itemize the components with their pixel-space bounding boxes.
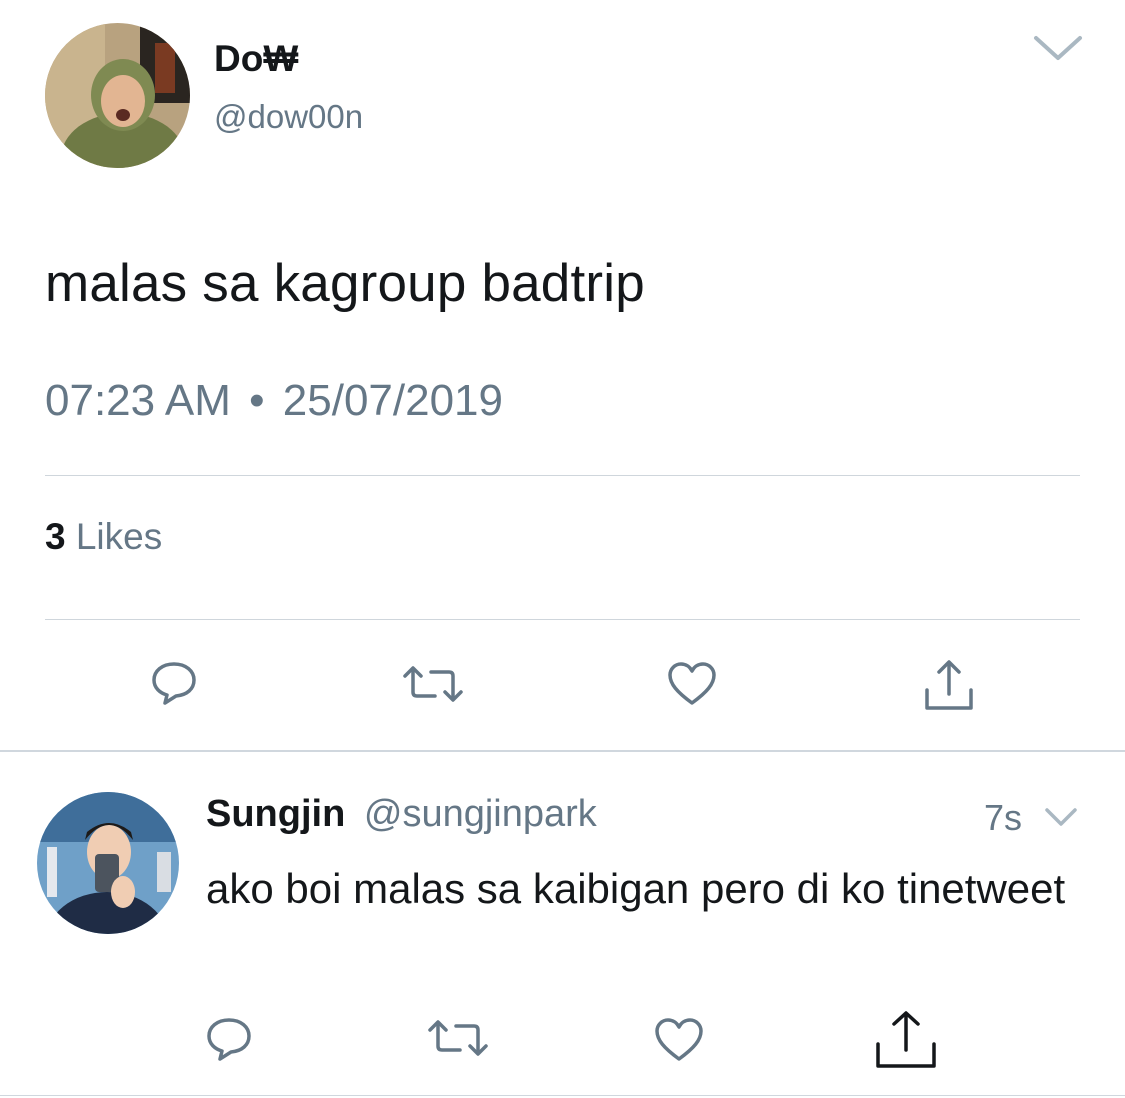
tweet-text: malas sa kagroup badtrip [45,254,645,313]
retweet-icon[interactable] [428,1018,488,1063]
author-avatar[interactable] [45,23,190,168]
tweet-separator [0,750,1125,752]
reply-header: Sungjin @sungjinpark [206,793,597,836]
bottom-divider [0,1095,1125,1096]
author-name[interactable]: Do₩ [214,38,298,80]
like-icon[interactable] [667,661,717,712]
divider [45,475,1080,476]
divider [45,619,1080,620]
reply-author-handle[interactable]: @sungjinpark [364,793,597,835]
reply-author-avatar[interactable] [37,792,179,934]
tweet-date: 25/07/2019 [282,376,503,425]
chevron-down-icon[interactable] [1043,806,1079,828]
meta-separator: • [249,376,265,425]
reply-author-name[interactable]: Sungjin [206,793,345,835]
tweet-timestamp[interactable]: 07:23 AM • 25/07/2019 [45,376,503,426]
tweet-time: 07:23 AM [45,376,231,425]
likes-summary[interactable]: 3 Likes [45,516,162,558]
share-icon[interactable] [923,658,975,717]
reply-text: ako boi malas sa kaibigan pero di ko tin… [206,865,1066,912]
reply-time[interactable]: 7s [984,797,1022,839]
reply-icon[interactable] [205,1016,253,1067]
like-icon[interactable] [654,1017,704,1068]
reply-icon[interactable] [150,660,198,711]
likes-count: 3 [45,516,66,557]
retweet-icon[interactable] [403,664,463,709]
share-icon[interactable] [874,1010,938,1075]
author-handle[interactable]: @dow00n [214,98,363,136]
chevron-down-icon[interactable] [1030,32,1086,64]
likes-label: Likes [75,516,163,557]
